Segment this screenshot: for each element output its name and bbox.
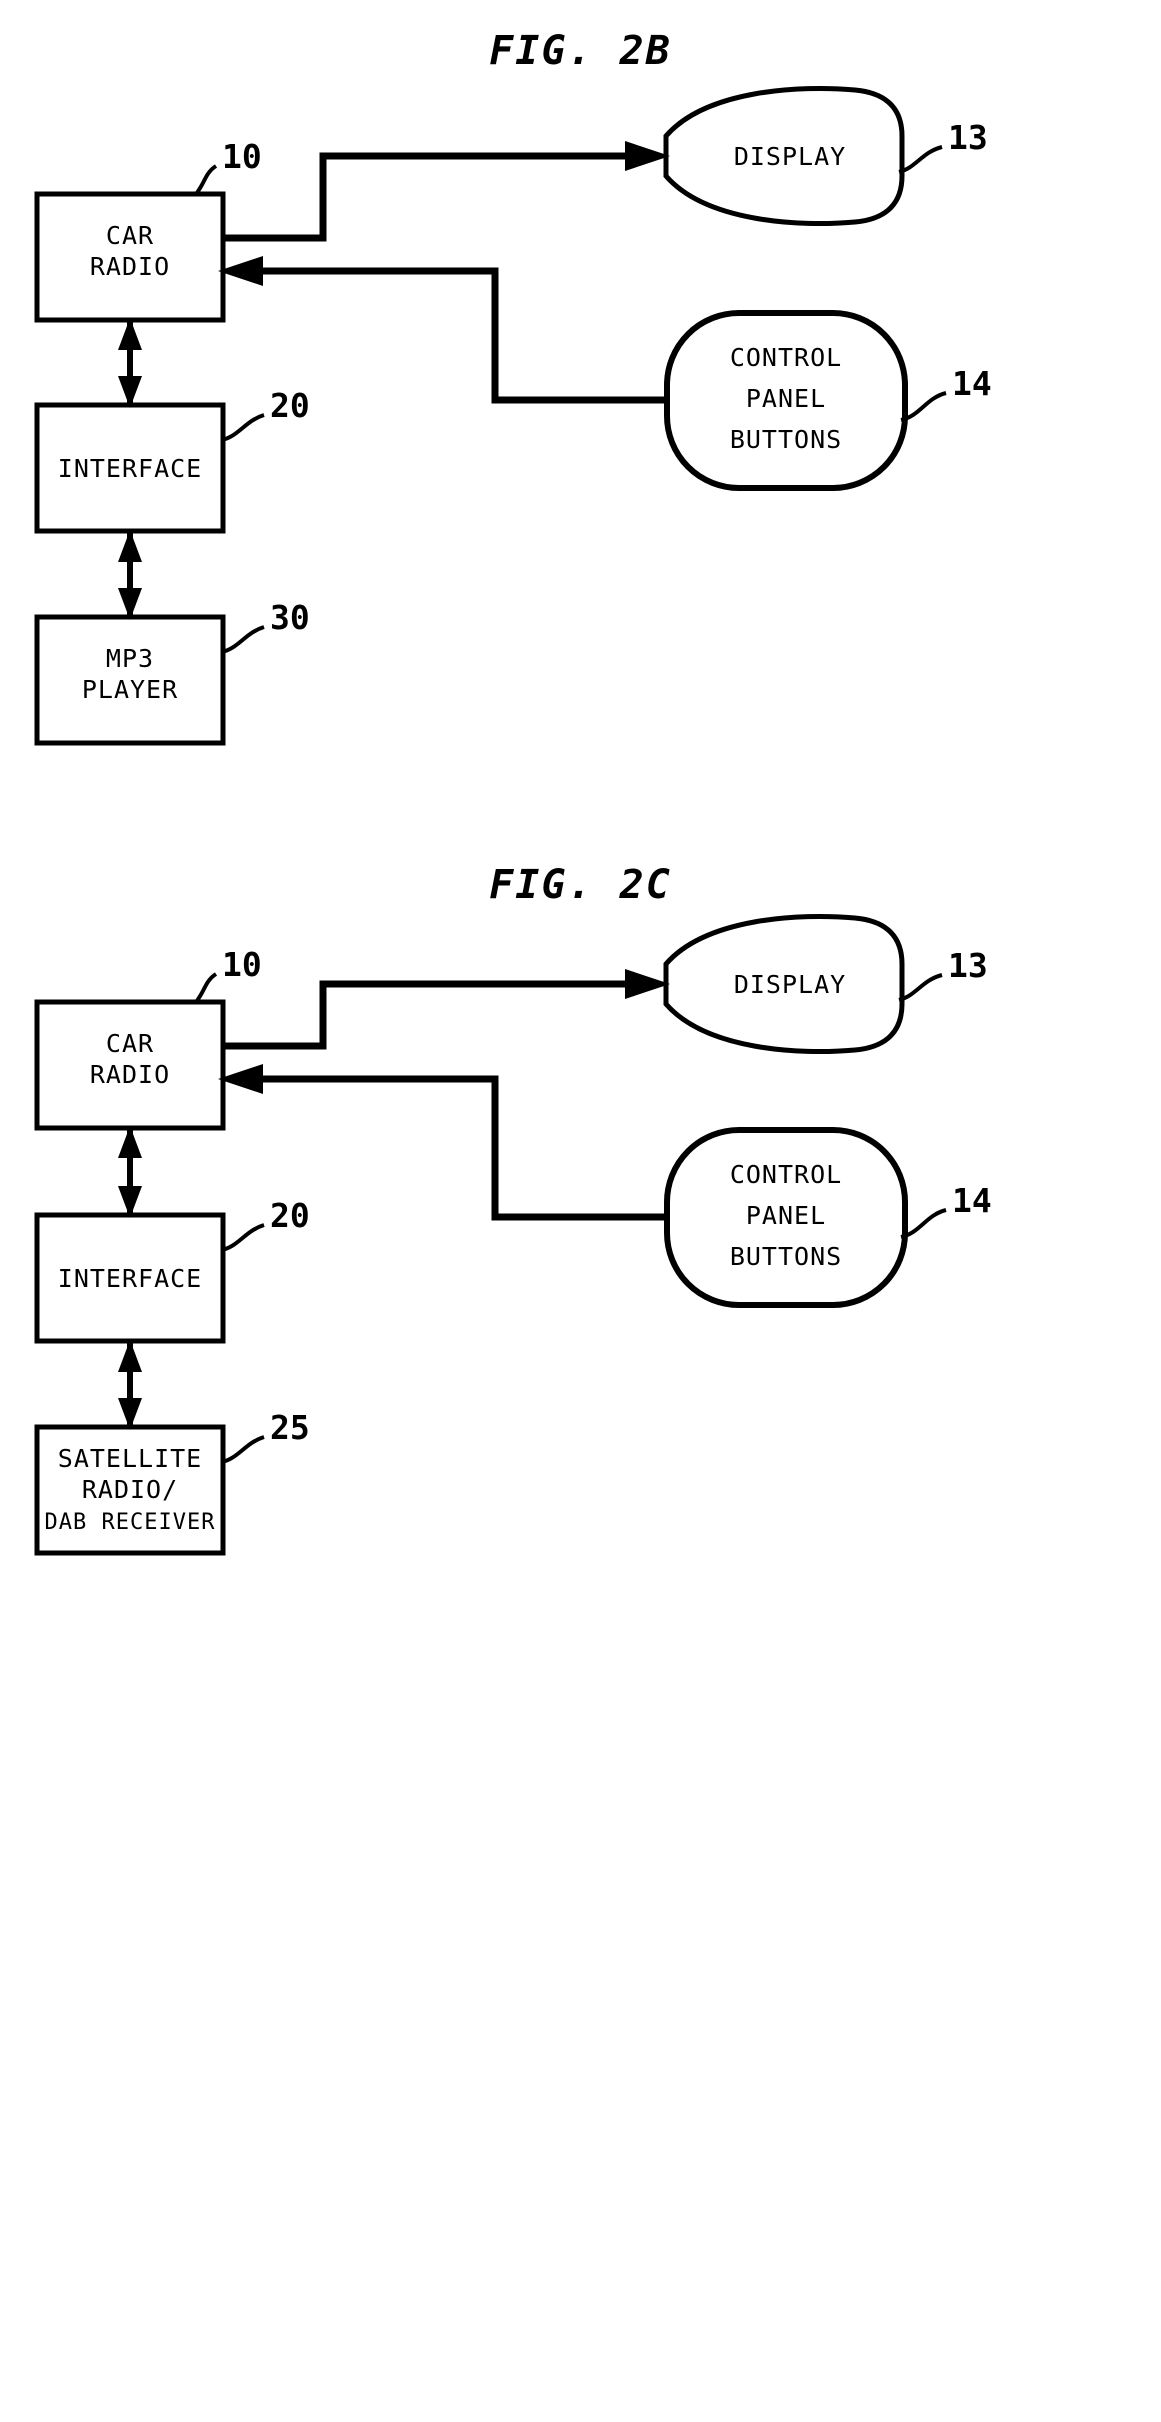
edge-control-to-car-radio bbox=[218, 1064, 667, 1221]
edge-interface-to-device-arrowhead-up bbox=[118, 1340, 142, 1372]
ref-20-leader-group: 20 bbox=[221, 386, 310, 442]
display-label: DISPLAY bbox=[734, 970, 846, 999]
device-label-line-1: SATELLITE bbox=[58, 1444, 202, 1473]
edge-car-radio-to-interface bbox=[118, 1126, 142, 1218]
edge-control-to-car-radio bbox=[218, 256, 667, 404]
node-car-radio: CAR RADIO bbox=[34, 191, 226, 323]
edge-car-radio-to-display-line bbox=[223, 980, 625, 1050]
ref-14-leader-group: 14 bbox=[900, 364, 992, 422]
ref-20-text: 20 bbox=[270, 1196, 310, 1235]
ref-13-leader-group: 13 bbox=[898, 118, 988, 174]
ref-10-leader-group: 10 bbox=[194, 137, 262, 196]
edge-control-to-car-radio-line bbox=[263, 267, 667, 404]
ref-10-text: 10 bbox=[222, 945, 262, 984]
node-interface: INTERFACE bbox=[34, 402, 226, 534]
edge-car-radio-to-display-arrowhead bbox=[625, 969, 670, 999]
car-radio-label-line-1: CAR bbox=[106, 1029, 154, 1058]
control-panel-buttons-label-line-1: CONTROL bbox=[730, 1160, 842, 1189]
node-car-radio: CAR RADIO bbox=[34, 999, 226, 1131]
ref-25-leader-group: 25 bbox=[221, 1408, 310, 1464]
node-control-panel-buttons: CONTROL PANEL BUTTONS bbox=[664, 1127, 908, 1308]
ref-14-text: 14 bbox=[952, 1181, 992, 1220]
interface-label: INTERFACE bbox=[58, 454, 202, 483]
ref-10-leader-line bbox=[194, 164, 218, 196]
ref-13-text: 13 bbox=[948, 118, 988, 157]
node-display: DISPLAY bbox=[663, 85, 905, 227]
device-label-line-2: RADIO/ bbox=[82, 1475, 178, 1504]
edge-interface-to-device-arrowhead-up bbox=[118, 530, 142, 562]
ref-20-leader-group: 20 bbox=[221, 1196, 310, 1252]
node-control-panel-buttons: CONTROL PANEL BUTTONS bbox=[664, 310, 908, 491]
control-panel-buttons-label-line-2: PANEL bbox=[746, 384, 826, 413]
ref-20-leader-line bbox=[221, 413, 265, 442]
ref-14-text: 14 bbox=[952, 364, 992, 403]
control-panel-buttons-label-line-1: CONTROL bbox=[730, 343, 842, 372]
edge-car-radio-to-display-arrowhead bbox=[625, 141, 670, 171]
interface-label: INTERFACE bbox=[58, 1264, 202, 1293]
ref-13-text: 13 bbox=[948, 946, 988, 985]
device-label-line-1: MP3 bbox=[106, 644, 154, 673]
car-radio-label-line-2: RADIO bbox=[90, 1060, 170, 1089]
edge-car-radio-to-interface-arrowhead-up bbox=[118, 318, 142, 350]
ref-30-text: 30 bbox=[270, 598, 310, 637]
edge-control-to-car-radio-line bbox=[263, 1075, 667, 1221]
edge-interface-to-device bbox=[118, 530, 142, 620]
car-radio-label-line-2: RADIO bbox=[90, 252, 170, 281]
device-label-line-3: DAB RECEIVER bbox=[45, 1510, 216, 1535]
ref-14-leader-group: 14 bbox=[900, 1181, 992, 1239]
edge-car-radio-to-display-line bbox=[223, 152, 625, 242]
node-display: DISPLAY bbox=[663, 913, 905, 1055]
ref-13-leader-line bbox=[898, 973, 943, 1002]
ref-13-leader-group: 13 bbox=[898, 946, 988, 1002]
edge-interface-to-device bbox=[118, 1340, 142, 1430]
ref-10-text: 10 bbox=[222, 137, 262, 176]
control-panel-buttons-label-line-3: BUTTONS bbox=[730, 425, 842, 454]
figure-2c-canvas: CAR RADIO 10 DISPLAY 13 CONTROL PANEL BU… bbox=[34, 913, 992, 1556]
ref-25-leader-line bbox=[221, 1435, 265, 1464]
node-interface: INTERFACE bbox=[34, 1212, 226, 1344]
car-radio-label-line-1: CAR bbox=[106, 221, 154, 250]
figure-2c: FIG. 2C CAR RADIO 10 DISPLAY 13 CONTROL … bbox=[0, 840, 1161, 2422]
ref-25-text: 25 bbox=[270, 1408, 310, 1447]
ref-10-leader-line bbox=[194, 972, 218, 1004]
ref-20-leader-line bbox=[221, 1223, 265, 1252]
edge-car-radio-to-interface-arrowhead-up bbox=[118, 1126, 142, 1158]
node-device: SATELLITE RADIO/ DAB RECEIVER bbox=[34, 1424, 226, 1556]
edge-car-radio-to-display bbox=[223, 141, 670, 242]
ref-10-leader-group: 10 bbox=[194, 945, 262, 1004]
ref-30-leader-line bbox=[221, 625, 265, 654]
ref-30-leader-group: 30 bbox=[221, 598, 310, 654]
node-device: MP3 PLAYER bbox=[34, 614, 226, 746]
ref-20-text: 20 bbox=[270, 386, 310, 425]
control-panel-buttons-label-line-2: PANEL bbox=[746, 1201, 826, 1230]
device-label-line-2: PLAYER bbox=[82, 675, 178, 704]
display-label: DISPLAY bbox=[734, 142, 846, 171]
edge-car-radio-to-interface bbox=[118, 318, 142, 408]
control-panel-buttons-label-line-3: BUTTONS bbox=[730, 1242, 842, 1271]
edge-car-radio-to-display bbox=[223, 969, 670, 1050]
ref-13-leader-line bbox=[898, 145, 943, 174]
